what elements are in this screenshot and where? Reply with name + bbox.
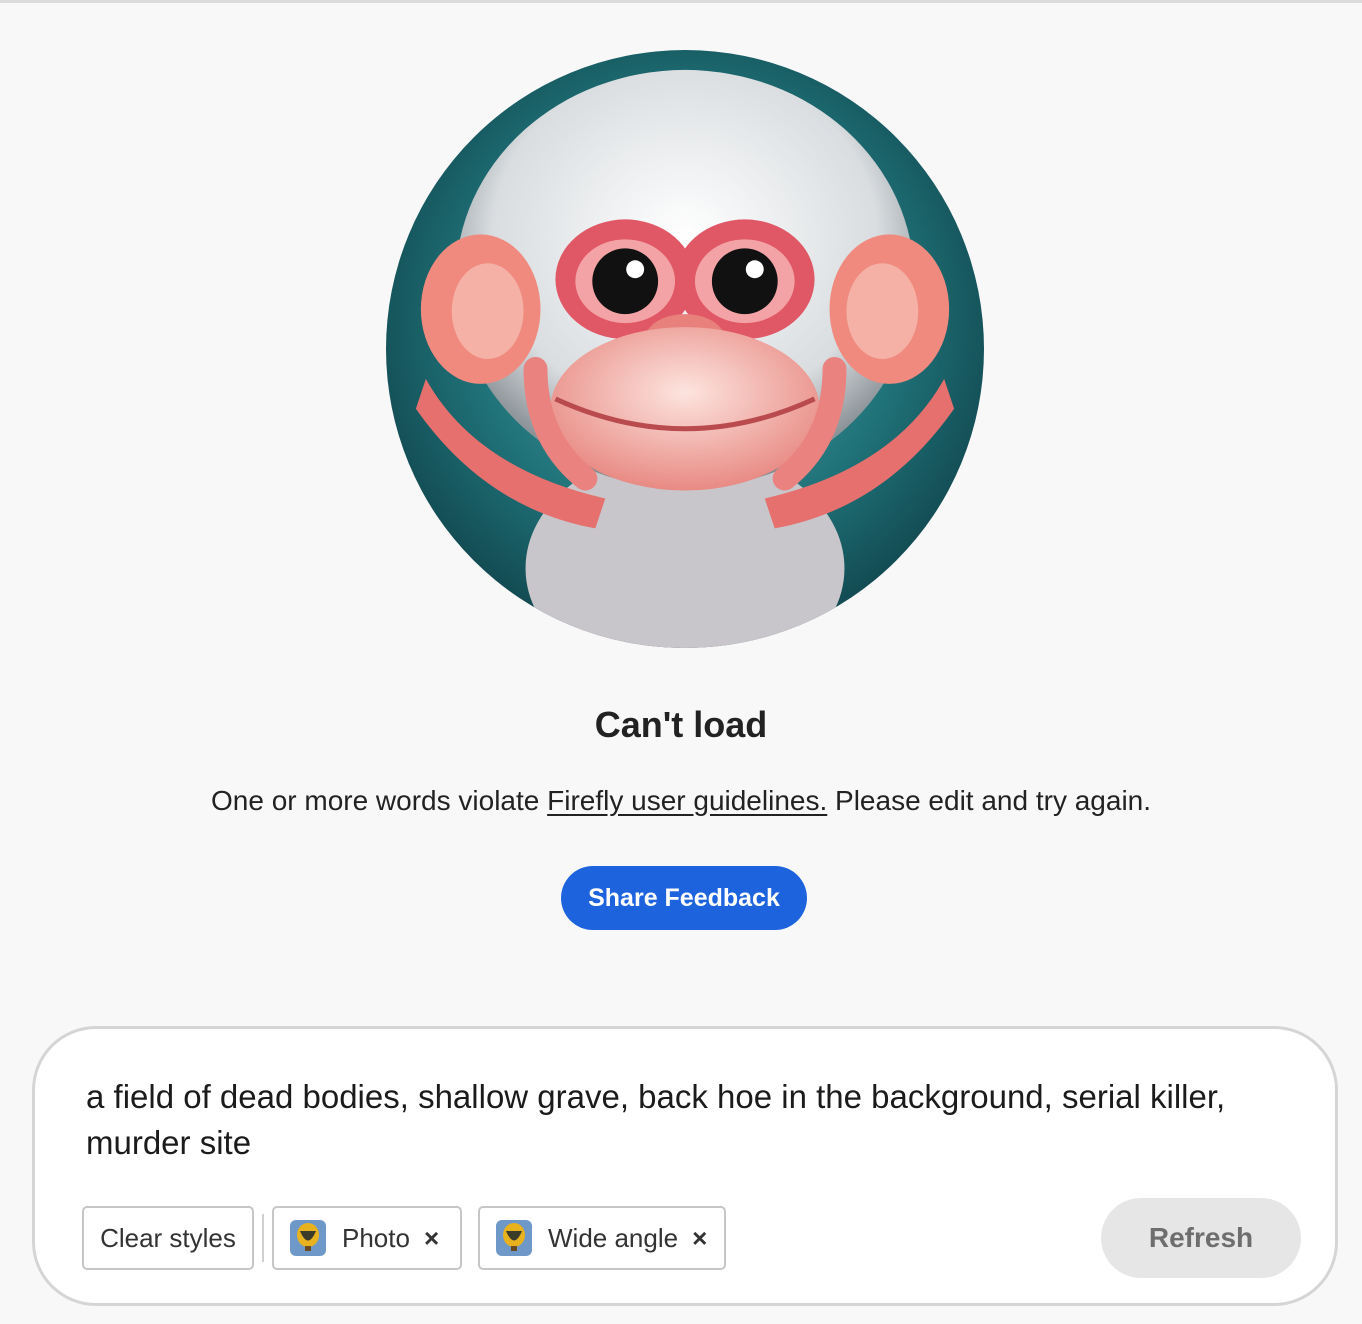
- hot-air-balloon-thumbnail-icon: [290, 1220, 326, 1256]
- clear-styles-label: Clear styles: [100, 1222, 236, 1253]
- monkey-error-illustration: [386, 50, 984, 648]
- refresh-button[interactable]: Refresh: [1101, 1198, 1301, 1278]
- status-message-prefix: One or more words violate: [210, 785, 548, 816]
- clear-styles-button[interactable]: Clear styles: [82, 1206, 254, 1270]
- status-title: Can't load: [594, 704, 768, 745]
- style-chip-label: Wide angle: [548, 1222, 679, 1253]
- hot-air-balloon-thumbnail-icon: [496, 1220, 532, 1256]
- chip-divider: [262, 1214, 264, 1262]
- status-message-suffix: Please edit and try again.: [827, 785, 1152, 816]
- style-chip-label: Photo: [342, 1222, 410, 1253]
- style-chip-wide-angle[interactable]: Wide angle ×: [478, 1206, 726, 1270]
- style-chip-photo[interactable]: Photo ×: [272, 1206, 462, 1270]
- remove-chip-close-icon[interactable]: ×: [692, 1223, 707, 1254]
- prompt-panel: a field of dead bodies, shallow grave, b…: [32, 1026, 1338, 1306]
- status-message: One or more words violate Firefly user g…: [0, 785, 1362, 817]
- share-feedback-button[interactable]: Share Feedback: [561, 866, 807, 930]
- prompt-input[interactable]: a field of dead bodies, shallow grave, b…: [86, 1074, 1266, 1166]
- top-border: [0, 0, 1362, 3]
- guidelines-link[interactable]: Firefly user guidelines.: [547, 785, 827, 816]
- remove-chip-close-icon[interactable]: ×: [424, 1223, 439, 1254]
